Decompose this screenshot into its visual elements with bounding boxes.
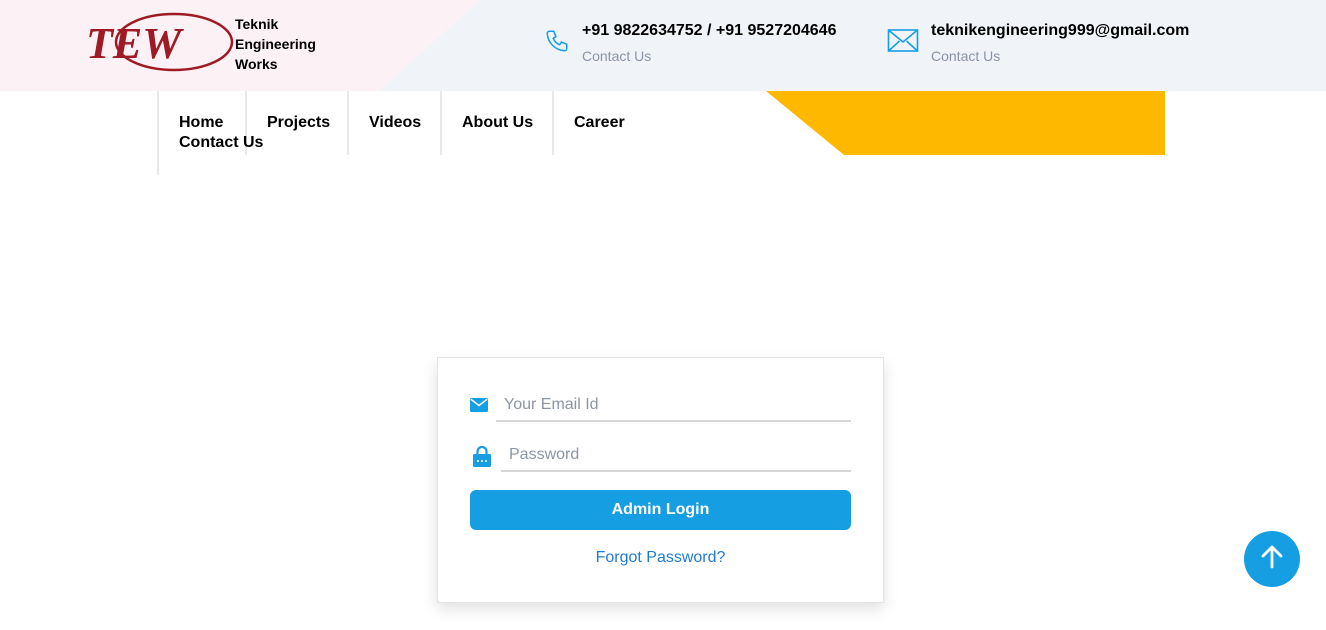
email-address[interactable]: teknikengineering999@gmail.com [931, 22, 1189, 40]
top-bar: TEW Teknik Engineering Works +91 9822634… [0, 0, 1326, 91]
nav-item-contact-us[interactable]: Contact Us [157, 111, 287, 175]
brand-logo[interactable]: TEW Teknik Engineering Works [84, 10, 324, 78]
nav-item-career[interactable]: Career [552, 91, 642, 155]
email-caption: Contact Us [931, 48, 1001, 64]
brand-line-1: Teknik [235, 16, 279, 32]
envelope-icon [887, 28, 919, 59]
admin-login-button[interactable]: Admin Login [470, 490, 851, 530]
password-input[interactable] [501, 440, 851, 472]
lock-icon [473, 445, 491, 472]
phone-numbers[interactable]: +91 9822634752 / +91 9527204646 [582, 22, 836, 40]
phone-icon [544, 28, 570, 59]
login-card: Admin Login Forgot Password? [437, 357, 884, 603]
forgot-password-link[interactable]: Forgot Password? [438, 549, 883, 567]
main-nav: Home Projects Videos About Us Career Con… [157, 91, 642, 175]
nav-item-about-us[interactable]: About Us [440, 91, 552, 155]
email-field-row [470, 390, 851, 424]
tew-logo-mark: TEW [86, 12, 234, 72]
scroll-to-top-button[interactable] [1244, 531, 1300, 587]
nav-item-videos[interactable]: Videos [347, 91, 440, 155]
brand-name: Teknik Engineering Works [235, 14, 335, 74]
phone-caption: Contact Us [582, 48, 652, 64]
password-field-row [470, 440, 851, 474]
arrow-up-icon [1260, 544, 1284, 575]
brand-line-3: Works [235, 56, 278, 72]
logo-mark-text: TEW [86, 19, 184, 68]
email-input[interactable] [496, 390, 851, 422]
envelope-icon [470, 398, 488, 417]
brand-line-2: Engineering [235, 36, 316, 52]
nav-accent-block [766, 91, 1165, 155]
